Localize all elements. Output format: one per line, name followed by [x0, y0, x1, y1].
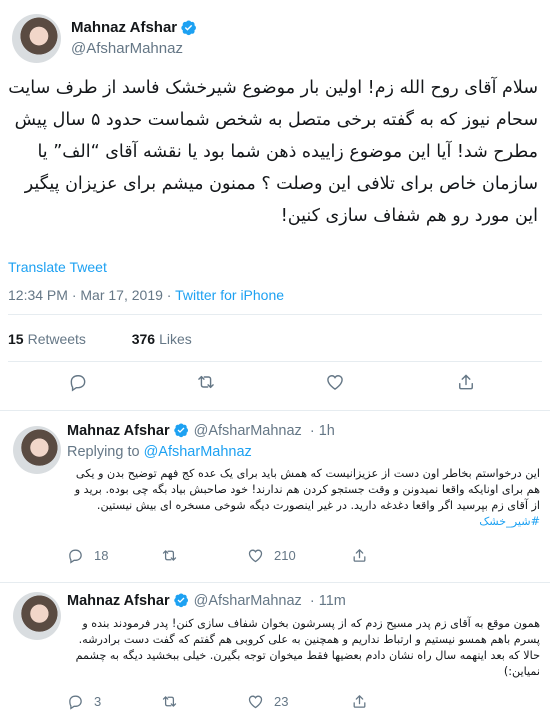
reply-icon — [69, 695, 82, 710]
replying-to-handle[interactable]: @AfsharMahnaz — [144, 444, 252, 460]
tweet-time[interactable]: 12:34 PM — [8, 287, 68, 303]
meta-separator: · — [166, 287, 176, 303]
share-icon — [353, 549, 366, 562]
like-icon — [248, 695, 263, 709]
like-icon[interactable] — [325, 372, 345, 392]
tweet-source[interactable]: Twitter for iPhone — [175, 287, 284, 303]
reply-actions: 3 23 — [67, 693, 537, 715]
reply-text: همون موقع به آقای زم پدر مسیح زدم که از … — [75, 617, 540, 678]
replying-to-label: Replying to — [67, 444, 140, 460]
retweet-icon[interactable] — [196, 372, 216, 392]
like-button[interactable]: 23 — [247, 693, 288, 710]
author-block[interactable]: Mahnaz Afshar @AfsharMahnaz — [71, 17, 197, 59]
share-icon[interactable] — [456, 372, 476, 392]
meta-separator: · — [305, 422, 319, 439]
likes-label: Likes — [159, 331, 192, 347]
divider — [8, 361, 542, 362]
verified-badge-icon — [180, 19, 197, 36]
reply-time[interactable]: 11m — [319, 593, 346, 609]
reply-time[interactable]: 1h — [319, 423, 335, 439]
tweet-actions — [0, 372, 550, 400]
author-handle[interactable]: @AfsharMahnaz — [194, 593, 302, 609]
share-button[interactable] — [351, 547, 368, 564]
author-name[interactable]: Mahnaz Afshar — [67, 423, 170, 439]
reply-icon[interactable] — [68, 372, 88, 392]
like-count: 210 — [274, 548, 296, 563]
tweet-header: Mahnaz Afshar @AfsharMahnaz — [10, 10, 540, 66]
avatar[interactable] — [12, 13, 61, 63]
retweets-label: Retweets — [27, 331, 86, 347]
verified-badge-icon — [173, 422, 190, 439]
likes-stat[interactable]: 376 Likes — [132, 331, 192, 347]
retweets-count: 15 — [8, 331, 24, 347]
retweet-icon — [162, 696, 177, 707]
reply-tweet[interactable]: Mahnaz Afshar @AfsharMahnaz · 11m همون م… — [0, 582, 550, 722]
like-icon — [248, 549, 263, 563]
reply-body: این درخواستم بخاطر اون دست از عزیزانیست … — [74, 467, 540, 512]
tweet-text: سلام آقای روح الله زم! اولین بار موضوع ش… — [8, 78, 538, 226]
reply-button[interactable]: 3 — [67, 693, 101, 710]
reply-header: Mahnaz Afshar @AfsharMahnaz · 11m — [67, 592, 346, 609]
reply-icon — [69, 549, 82, 564]
share-button[interactable] — [351, 693, 368, 710]
author-name[interactable]: Mahnaz Afshar — [67, 593, 170, 609]
reply-header: Mahnaz Afshar @AfsharMahnaz · 1h — [67, 422, 335, 439]
main-tweet: Mahnaz Afshar @AfsharMahnaz سلام آقای رو… — [0, 0, 550, 405]
reply-count: 3 — [94, 694, 102, 709]
reply-actions: 18 210 — [67, 547, 537, 569]
meta-separator: · — [305, 592, 319, 609]
retweet-button[interactable] — [161, 547, 178, 564]
like-count: 23 — [274, 694, 289, 709]
like-button[interactable]: 210 — [247, 547, 296, 564]
hashtag-link[interactable]: #شیر_خشک — [479, 515, 540, 528]
tweet-meta: 12:34 PM · Mar 17, 2019 · Twitter for iP… — [8, 287, 284, 303]
reply-count: 18 — [94, 548, 109, 563]
retweet-icon — [162, 550, 177, 561]
translate-tweet-link[interactable]: Translate Tweet — [8, 259, 107, 275]
retweet-button[interactable] — [161, 693, 178, 710]
author-name[interactable]: Mahnaz Afshar — [71, 17, 177, 38]
retweets-stat[interactable]: 15 Retweets — [8, 331, 86, 347]
tweet-date[interactable]: Mar 17, 2019 — [80, 287, 163, 303]
divider — [8, 314, 542, 315]
avatar[interactable] — [13, 592, 61, 640]
tweet-stats: 15 Retweets 376 Likes — [8, 331, 192, 347]
avatar[interactable] — [13, 426, 61, 474]
share-icon — [353, 695, 366, 708]
likes-count: 376 — [131, 331, 156, 347]
author-handle[interactable]: @AfsharMahnaz — [71, 38, 197, 59]
reply-button[interactable]: 18 — [67, 547, 108, 564]
reply-text: این درخواستم بخاطر اون دست از عزیزانیست … — [67, 466, 540, 530]
verified-badge-icon — [173, 592, 190, 609]
reply-tweet[interactable]: Mahnaz Afshar @AfsharMahnaz · 1h Replyin… — [0, 410, 550, 585]
author-handle[interactable]: @AfsharMahnaz — [194, 423, 302, 439]
replying-to: Replying to @AfsharMahnaz — [67, 444, 252, 460]
